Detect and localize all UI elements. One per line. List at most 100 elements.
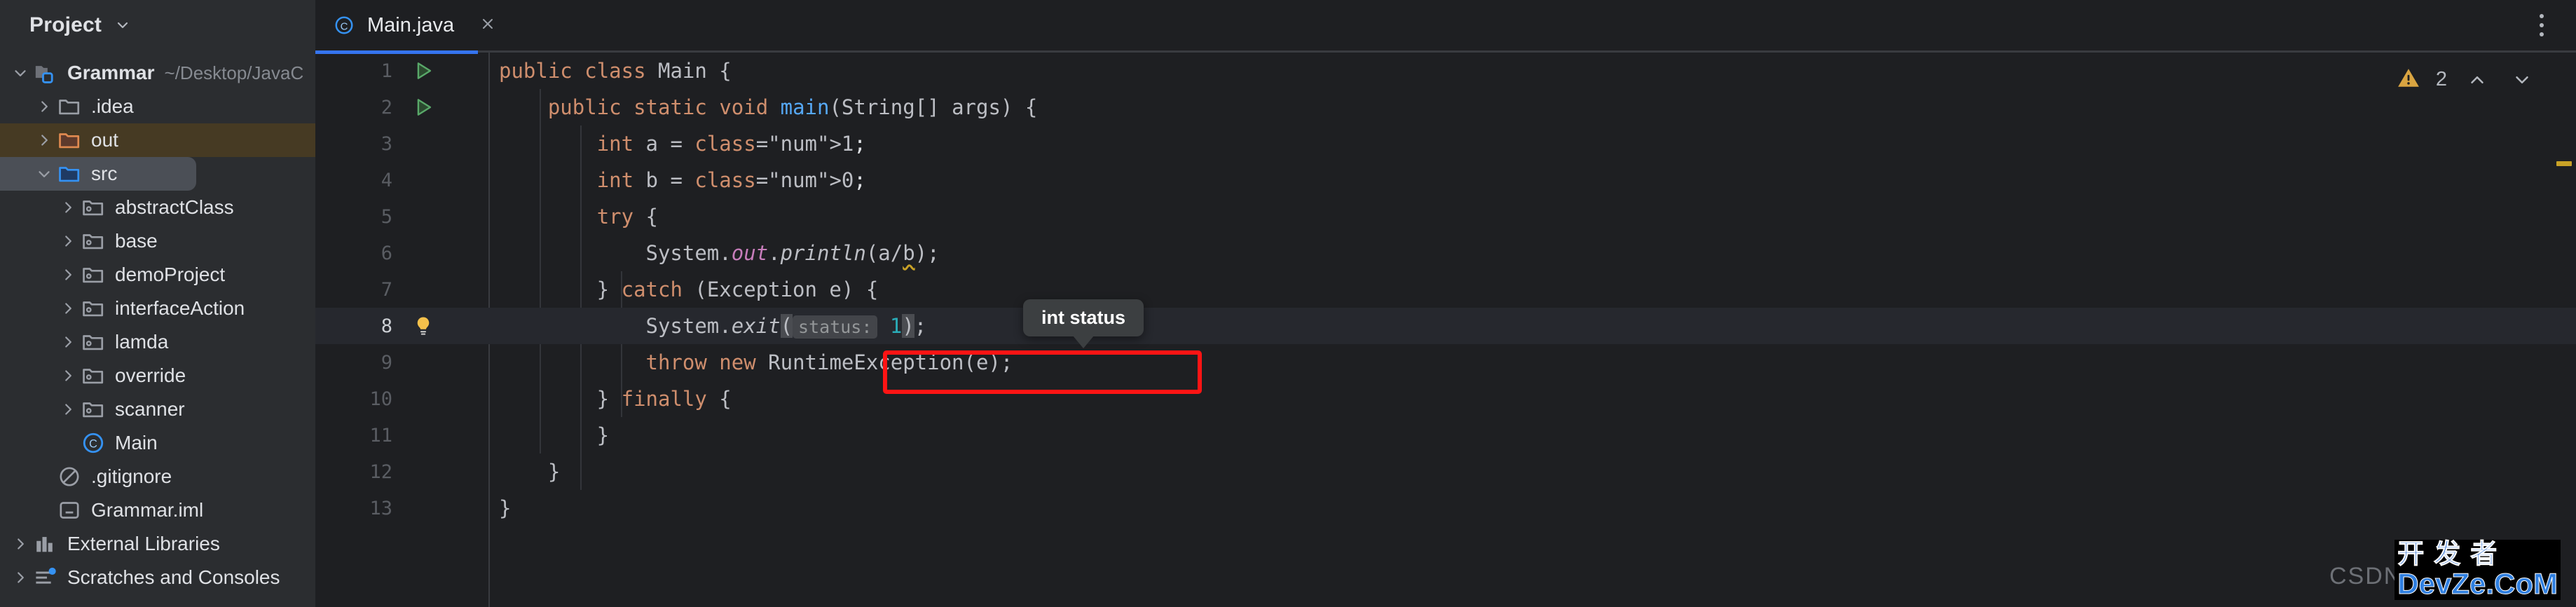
project-panel-header[interactable]: Project [0,0,315,50]
chevron-right-icon[interactable] [8,532,32,556]
inspection-widget[interactable]: 2 [2397,66,2537,93]
code-line[interactable]: 6 System.out.println(a/b); [315,235,2576,271]
tooltip-text: int status [1041,307,1126,328]
code-text[interactable]: } [499,460,560,484]
sidebar-item-scanner[interactable]: scanner [0,393,315,426]
line-number: 9 [381,351,392,374]
sidebar-item-label: scanner [115,398,185,420]
sidebar-item-interfaceaction[interactable]: interfaceAction [0,292,315,325]
run-gutter-icon[interactable] [405,59,441,83]
line-number: 1 [381,60,392,82]
code-line[interactable]: 9 throw new RuntimeException(e); [315,344,2576,381]
chevron-right-icon[interactable] [56,196,80,219]
tab-main-java[interactable]: C Main.java [315,0,516,50]
code-text[interactable]: throw new RuntimeException(e); [499,350,1013,374]
sidebar-item-label: base [115,230,158,252]
line-number: 5 [381,205,392,228]
sidebar-item-label: Grammar [67,62,155,83]
error-stripe[interactable] [2552,53,2576,607]
kebab-menu-icon[interactable] [2535,10,2548,41]
parameter-tooltip: int status [1023,299,1144,348]
chevron-right-icon[interactable] [56,330,80,354]
code-line[interactable]: 4 int b = class="num">0; [315,162,2576,198]
warning-count: 2 [2435,68,2447,90]
sidebar-item-idea[interactable]: .idea [0,90,315,123]
code-text[interactable]: } catch (Exception e) { [499,278,879,301]
gitignore-icon [56,463,83,490]
package-icon [80,261,107,288]
code-text[interactable]: int b = class="num">0; [499,168,866,192]
sidebar-item-gitignore[interactable]: .gitignore [0,460,315,493]
tooltip-tail [1073,336,1094,348]
code-line[interactable]: 5 try { [315,198,2576,235]
code-line[interactable]: 13} [315,490,2576,526]
sidebar-item-out[interactable]: out [0,123,315,157]
warning-triangle-icon[interactable] [2397,66,2420,93]
sidebar-item-src[interactable]: src [0,157,196,191]
code-line[interactable]: 1 public class Main { [315,53,2576,89]
chevron-right-icon[interactable] [8,566,32,589]
sidebar-item-label: src [91,163,118,184]
sidebar-item-external-libraries[interactable]: External Libraries [0,527,315,561]
watermark-en: DevZe.CoM [2397,567,2558,600]
package-icon [80,396,107,423]
chevron-right-icon[interactable] [32,128,56,152]
code-lines[interactable]: 1 public class Main { 2 public static void… [315,53,2576,607]
code-text[interactable]: System.out.println(a/b); [499,241,940,265]
watermark: CSDN 开发者 DevZe.CoM [2329,536,2561,603]
sidebar-item-label: override [115,364,186,386]
code-text[interactable]: } finally { [499,387,732,411]
sidebar-item-label: .idea [91,95,134,117]
code-text[interactable]: System.exit(status: 1); [499,314,926,339]
code-line[interactable]: 2 public static void main(String[] args)… [315,89,2576,125]
chevron-right-icon[interactable] [56,229,80,253]
code-line[interactable]: 12 } [315,453,2576,490]
code-text[interactable]: int a = class="num">1; [499,132,866,156]
chevron-right-icon[interactable] [56,263,80,287]
chevron-right-icon[interactable] [56,296,80,320]
sidebar-item-grammar-iml[interactable]: Grammar.iml [0,493,315,527]
code-line[interactable]: 10 } finally { [315,381,2576,417]
sidebar-item-base[interactable]: base [0,224,315,258]
sidebar-item-grammar[interactable]: Grammar ~/Desktop/JavaC [0,56,315,90]
chevron-right-icon[interactable] [56,397,80,421]
package-icon [80,362,107,389]
chevron-up-icon[interactable] [2462,67,2492,93]
chevron-down-icon[interactable] [2507,67,2537,93]
package-icon [80,194,107,221]
package-icon [80,329,107,355]
sidebar-item-override[interactable]: override [0,359,315,393]
code-text[interactable]: public class Main { [499,59,732,83]
warning-marker[interactable] [2556,161,2572,166]
code-text[interactable]: try { [499,205,658,229]
sidebar-item-abstractclass[interactable]: abstractClass [0,191,315,224]
project-tree[interactable]: Grammar ~/Desktop/JavaC .idea out src abstrac… [0,50,315,594]
iml-file-icon [56,497,83,524]
sidebar-item-main[interactable]: C Main [0,426,315,460]
chevron-right-icon[interactable] [32,95,56,118]
sidebar-item-label: lamda [115,331,169,353]
chevron-right-icon[interactable] [56,364,80,388]
lightbulb-icon[interactable] [405,315,441,337]
code-text[interactable]: } [499,496,511,520]
code-line[interactable]: 7 } catch (Exception e) { [315,271,2576,308]
code-line[interactable]: 8 System.exit(status: 1); [315,308,2576,344]
sidebar-item-lamda[interactable]: lamda [0,325,315,359]
chevron-down-icon[interactable] [114,17,131,34]
code-line[interactable]: 3 int a = class="num">1; [315,125,2576,162]
scratches-icon [32,564,59,591]
libraries-icon [32,531,59,557]
page-title: Project [29,13,102,36]
sidebar-item-demoproject[interactable]: demoProject [0,258,315,292]
run-gutter-icon[interactable] [405,95,441,119]
module-folder-icon [32,60,59,86]
code-text[interactable]: public static void main(String[] args) { [499,95,1037,119]
code-line[interactable]: 11 } [315,417,2576,453]
sidebar-item-scratches-and-consoles[interactable]: Scratches and Consoles [0,561,315,594]
code-editor[interactable]: 1 public class Main { 2 public static void… [315,50,2576,607]
ide-window: Project Grammar ~/Desktop/JavaC .idea out sr… [0,0,2576,607]
close-icon[interactable] [475,15,500,36]
chevron-down-icon[interactable] [8,61,32,85]
code-text[interactable]: } [499,423,609,447]
chevron-down-icon[interactable] [32,162,56,186]
